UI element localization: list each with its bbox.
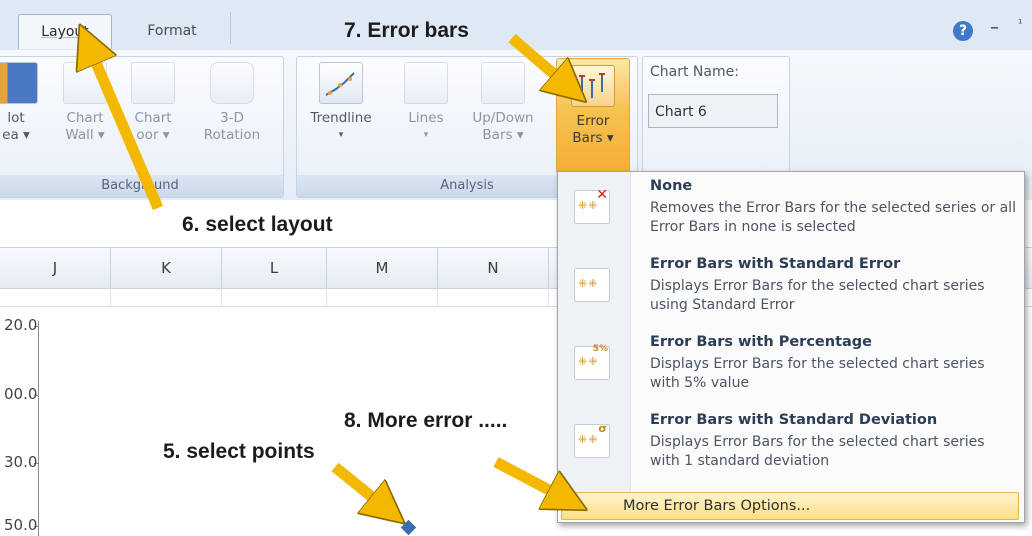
chart-name-label: Chart Name: [650, 64, 739, 80]
trendline-icon [319, 62, 363, 104]
updown-bars-label: Up/Down [472, 110, 534, 126]
tab-divider [230, 12, 231, 44]
error-bars-standard-error-icon: ⁜⁜ [574, 268, 610, 302]
minimize-button[interactable]: – [990, 17, 999, 38]
y-axis [38, 321, 39, 536]
3d-rotation-label: 3-D [220, 110, 244, 126]
updown-bars-label-2: Bars ▾ [482, 127, 524, 143]
3d-rotation-label-2: Rotation [203, 127, 261, 143]
3d-rotation-button[interactable]: 3-D Rotation [190, 62, 274, 178]
lines-button[interactable]: Lines ▾ [398, 62, 454, 178]
menu-item-description: Removes the Error Bars for the selected … [650, 200, 1016, 235]
3d-rotation-icon [210, 62, 254, 104]
chart-wall-icon [63, 62, 107, 104]
chart-floor-button[interactable]: Chart oor ▾ [122, 62, 184, 178]
error-bars-label-2: Bars ▾ [572, 130, 614, 146]
column-header-m[interactable]: M [327, 248, 438, 288]
annotation-step-8: 8. More error ..... [344, 409, 508, 432]
help-icon[interactable]: ? [953, 21, 973, 41]
updown-bars-icon [481, 62, 525, 104]
column-header-j[interactable]: J [0, 248, 111, 288]
trendline-button[interactable]: Trendline ▾ [300, 62, 382, 178]
plot-area-button[interactable]: lot ea ▾ [0, 62, 46, 178]
trendline-label: Trendline [310, 110, 372, 126]
menu-item-description: Displays Error Bars for the selected cha… [650, 278, 985, 313]
menu-item-percentage[interactable]: ⁜⁜ 5% Error Bars with Percentage Displays… [558, 328, 1024, 406]
tab-format[interactable]: Format [128, 14, 216, 48]
error-bars-icon [571, 65, 615, 107]
menu-item-title: Error Bars with Standard Deviation [650, 412, 938, 428]
plot-area-icon [0, 62, 38, 104]
menu-item-title: Error Bars with Standard Error [650, 256, 901, 272]
column-header-l[interactable]: L [222, 248, 327, 288]
y-axis-label: 20.0 [4, 316, 38, 334]
menu-item-standard-deviation[interactable]: ⁜⁜ σ Error Bars with Standard Deviation D… [558, 406, 1024, 484]
chart-floor-icon [131, 62, 175, 104]
lines-icon [404, 62, 448, 104]
group-label-background: Background [0, 175, 283, 197]
error-bars-label: Error [576, 113, 610, 129]
chart-wall-label: Chart [66, 110, 104, 126]
annotation-step-6: 6. select layout [182, 213, 333, 236]
chart-floor-label: Chart [134, 110, 172, 126]
updown-bars-button[interactable]: Up/Down Bars ▾ [455, 62, 551, 178]
menu-item-none[interactable]: ⁜⁜ ✕ None Removes the Error Bars for the … [558, 172, 1024, 250]
annotation-step-7: 7. Error bars [344, 19, 469, 42]
tab-layout[interactable]: Layout [18, 14, 112, 49]
column-header-n[interactable]: N [438, 248, 549, 288]
error-bars-percentage-icon: ⁜⁜ 5% [574, 344, 610, 380]
error-bars-standard-deviation-icon: ⁜⁜ σ [574, 422, 610, 458]
annotation-step-5: 5. select points [163, 440, 315, 463]
column-header-k[interactable]: K [111, 248, 222, 288]
trendline-dropdown-icon: ▾ [338, 130, 344, 140]
y-axis-label: 50.0 [4, 516, 38, 534]
menu-item-standard-error[interactable]: ⁜⁜ Error Bars with Standard Error Displa… [558, 250, 1024, 328]
plot-area-label-2: ea ▾ [2, 127, 30, 143]
error-bars-dropdown-menu: ⁜⁜ ✕ None Removes the Error Bars for the … [557, 171, 1025, 523]
error-bars-button[interactable]: Error Bars ▾ [556, 58, 630, 174]
chart-wall-button[interactable]: Chart Wall ▾ [55, 62, 115, 178]
y-axis-label: 00.0 [4, 385, 38, 403]
menu-item-title: None [650, 178, 693, 194]
y-axis-label: 30.0 [4, 453, 38, 471]
error-bars-none-icon: ⁜⁜ ✕ [574, 187, 610, 224]
lines-label: Lines [408, 110, 444, 126]
window-control-edge[interactable]: ¹ [1018, 17, 1022, 30]
chart-name-input[interactable]: Chart 6 [648, 94, 778, 128]
chart-floor-label-2: oor ▾ [136, 127, 170, 143]
lines-dropdown-icon: ▾ [423, 130, 429, 140]
more-error-bars-options-item[interactable]: More Error Bars Options... [561, 492, 1019, 520]
menu-item-description: Displays Error Bars for the selected cha… [650, 434, 985, 469]
menu-item-title: Error Bars with Percentage [650, 334, 872, 350]
plot-area-label: lot [7, 110, 25, 126]
menu-item-description: Displays Error Bars for the selected cha… [650, 356, 985, 391]
chart-wall-label-2: Wall ▾ [65, 127, 105, 143]
